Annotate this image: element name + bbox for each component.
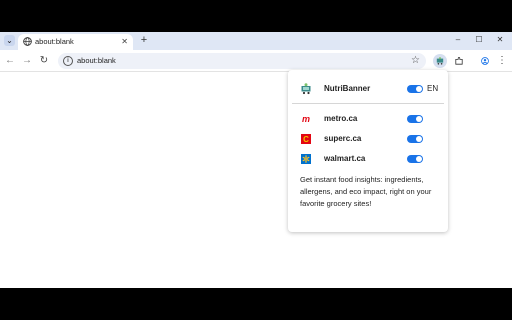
- forward-button[interactable]: →: [21, 55, 33, 67]
- tab-about-blank[interactable]: about:blank ✕: [18, 34, 133, 50]
- toggle-knob: [416, 116, 422, 122]
- globe-icon: [23, 37, 32, 46]
- site-label: superc.ca: [324, 134, 362, 143]
- back-button[interactable]: ←: [4, 55, 16, 67]
- site-info-icon[interactable]: i: [63, 56, 73, 66]
- toggle-superc[interactable]: [407, 135, 423, 143]
- superc-logo-icon: C: [301, 134, 311, 144]
- tab-close-icon[interactable]: ✕: [121, 36, 128, 47]
- toggle-knob: [416, 156, 422, 162]
- profile-icon: [481, 57, 489, 65]
- svg-text:m: m: [302, 114, 310, 124]
- tab-strip: ⌄ about:blank ✕ + – ☐ ✕: [0, 32, 512, 50]
- tab-title: about:blank: [35, 37, 74, 46]
- toggle-knob: [416, 136, 422, 142]
- address-bar[interactable]: i about:blank ☆: [58, 53, 426, 69]
- tab-search-button[interactable]: ⌄: [4, 35, 15, 46]
- toggle-walmart[interactable]: [407, 155, 423, 163]
- master-toggle[interactable]: [407, 85, 423, 93]
- browser-window: ⌄ about:blank ✕ + – ☐ ✕ ← → ↻ i about:bl…: [0, 32, 512, 288]
- new-tab-button[interactable]: +: [138, 34, 150, 46]
- app-name: NutriBanner: [324, 84, 371, 93]
- nutribanner-logo-icon: [301, 83, 311, 95]
- divider: [292, 103, 444, 104]
- nutribanner-extension-button[interactable]: [433, 54, 447, 68]
- walmart-logo-icon: [301, 154, 311, 164]
- close-window-button[interactable]: ✕: [493, 34, 507, 46]
- toggle-knob: [416, 86, 422, 92]
- url-text: about:blank: [77, 56, 116, 65]
- menu-kebab-icon[interactable]: ⋮: [496, 55, 508, 67]
- description-text: Get instant food insights: ingredients, …: [300, 175, 432, 208]
- site-row-metro: m metro.ca: [300, 113, 440, 125]
- toolbar: ← → ↻ i about:blank ☆ ⋮: [0, 50, 512, 72]
- puzzle-icon: [455, 57, 463, 65]
- nutribanner-popup: NutriBanner EN m metro.ca C superc.ca wa…: [288, 70, 448, 232]
- reload-button[interactable]: ↻: [38, 55, 50, 67]
- extensions-button[interactable]: [452, 54, 466, 68]
- site-row-superc: C superc.ca: [300, 133, 440, 145]
- metro-logo-icon: m: [302, 114, 310, 124]
- profile-button[interactable]: [478, 54, 492, 68]
- nutribanner-icon: [436, 57, 444, 65]
- site-label: walmart.ca: [324, 154, 366, 163]
- bookmark-star-icon[interactable]: ☆: [411, 55, 420, 67]
- language-selector[interactable]: EN: [427, 83, 438, 95]
- header-row: NutriBanner EN: [300, 83, 440, 95]
- svg-text:C: C: [303, 135, 309, 144]
- site-label: metro.ca: [324, 114, 358, 123]
- site-row-walmart: walmart.ca: [300, 153, 440, 165]
- minimize-button[interactable]: –: [451, 34, 465, 46]
- screen: ⌄ about:blank ✕ + – ☐ ✕ ← → ↻ i about:bl…: [0, 0, 512, 320]
- toggle-metro[interactable]: [407, 115, 423, 123]
- maximize-button[interactable]: ☐: [472, 34, 486, 46]
